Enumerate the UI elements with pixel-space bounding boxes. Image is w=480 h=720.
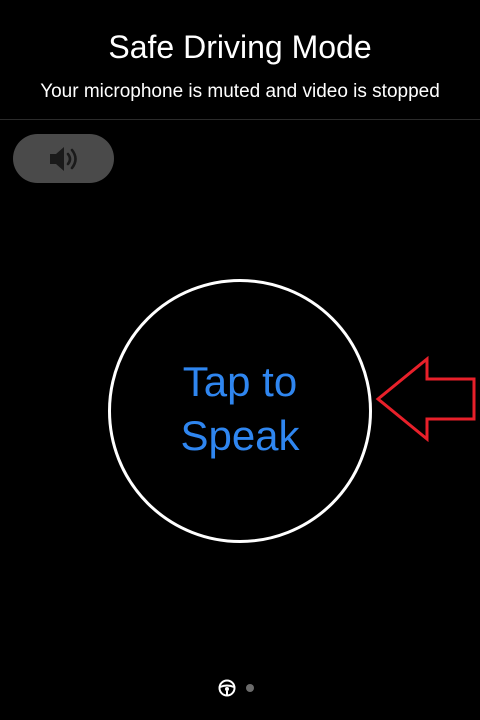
page-title: Safe Driving Mode: [108, 29, 372, 65]
page-dot[interactable]: [246, 684, 254, 692]
tap-to-speak-label: Tap to Speak: [140, 355, 340, 463]
speaker-icon: [49, 146, 77, 171]
tap-to-speak-button[interactable]: Tap to Speak: [108, 279, 372, 543]
tap-to-speak-line-1: Tap to: [182, 358, 298, 405]
safe-driving-screen: Safe Driving Mode Your microphone is mut…: [0, 0, 480, 720]
page-indicator: [218, 678, 262, 698]
speaker-toggle-button[interactable]: [13, 134, 114, 183]
arrow-left-icon: [375, 356, 476, 442]
tap-to-speak-line-2: Speak: [180, 412, 300, 459]
steering-wheel-icon[interactable]: [218, 679, 236, 697]
page-subtitle: Your microphone is muted and video is st…: [40, 81, 440, 102]
header: Safe Driving Mode Your microphone is mut…: [0, 0, 480, 120]
